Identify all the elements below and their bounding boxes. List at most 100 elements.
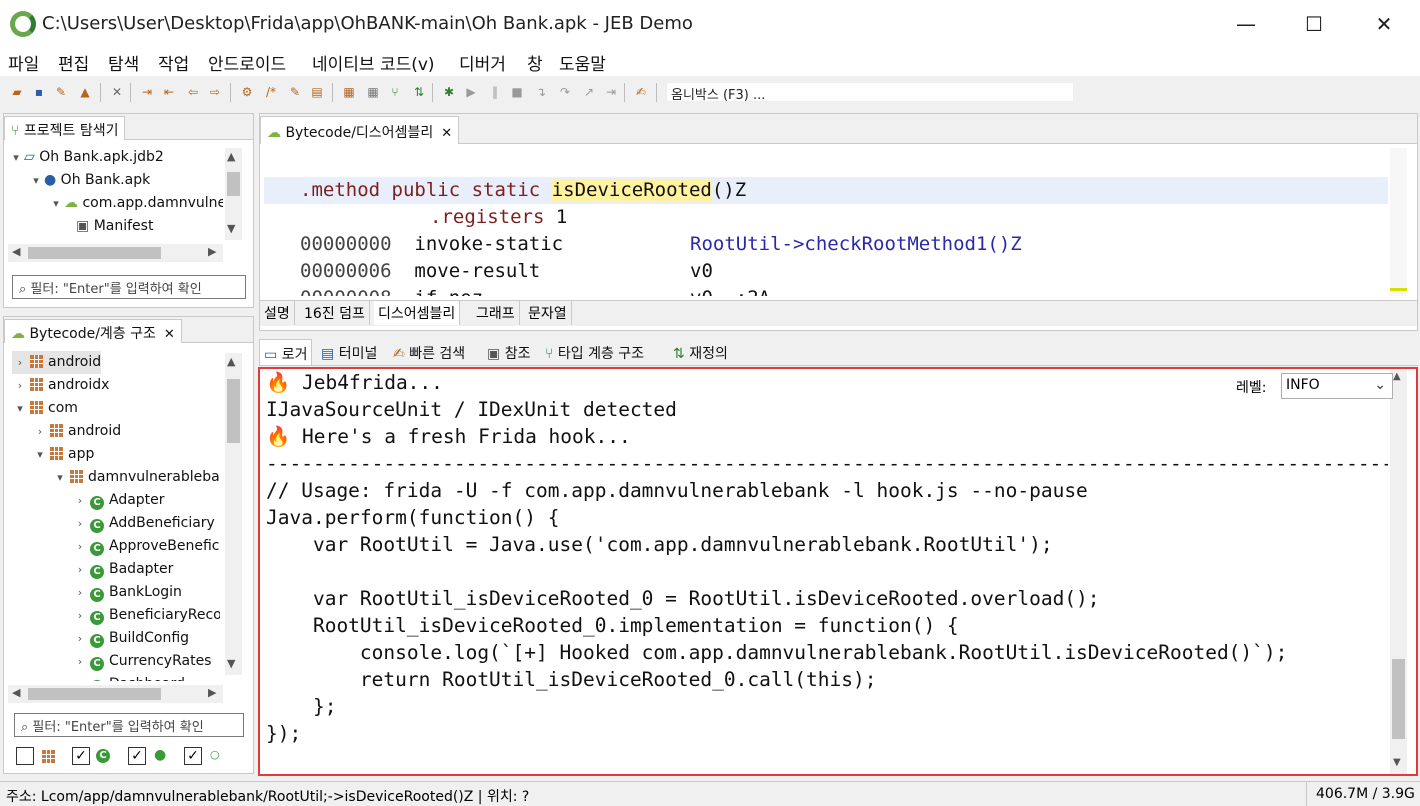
filter-checkbox[interactable]: ✓ [184, 747, 202, 765]
export-icon[interactable]: ⇤ [160, 83, 178, 101]
menu-native[interactable]: 네이티브 코드(v) [312, 50, 435, 75]
menu-android[interactable]: 안드로이드 [208, 50, 286, 75]
tools-icon[interactable]: ✕ [108, 83, 126, 101]
minimize-button[interactable]: — [1226, 8, 1266, 40]
run-icon[interactable]: ▶ [462, 83, 480, 101]
package-icon[interactable]: ▦ [340, 83, 358, 101]
comment-icon[interactable]: /* [262, 83, 280, 101]
tab-graph[interactable]: 그래프 [472, 301, 520, 325]
menu-help[interactable]: 도움말 [559, 50, 606, 75]
filter-checkbox[interactable]: ✓ [128, 747, 146, 765]
disassembly-view[interactable]: .method public static isDeviceRooted()Z … [264, 148, 1388, 296]
run-to-line-icon[interactable]: ⇥ [602, 83, 620, 101]
plugin-icon[interactable]: ⚙ [238, 83, 256, 101]
wrench-icon[interactable]: ✎ [52, 83, 70, 101]
search-icon: ⌕ [19, 282, 31, 297]
menu-navigate[interactable]: 탐색 [108, 50, 139, 75]
log-line: ----------------------------------------… [266, 452, 1388, 475]
tree-item[interactable]: ›CBeneficiaryRecords [72, 604, 220, 627]
menu-window[interactable]: 창 [527, 50, 543, 75]
tab-quick-search[interactable]: ✍ 빠른 검색 [389, 339, 469, 365]
stop-icon[interactable]: ■ [508, 83, 526, 101]
step-over-icon[interactable]: ↷ [556, 83, 574, 101]
tree-item[interactable]: ▾ ▱ Oh Bank.apk.jdb2 [8, 146, 164, 169]
log-line: 🔥 Here's a fresh Frida hook... [266, 425, 631, 448]
tree-item[interactable]: › C CurrencyRates [72, 650, 211, 673]
tree-item[interactable]: › C BankLogin [72, 581, 182, 604]
tab-hex-dump[interactable]: 16진 덤프 [300, 301, 370, 325]
package-icon [30, 355, 43, 368]
hierarchy-panel: ☁ Bytecode/계층 구조 ✕ › android › androidx ▾ com ›… [3, 316, 254, 774]
log-line: return RootUtil_isDeviceRooted_0.call(th… [266, 668, 877, 691]
android-icon: ☁ [11, 326, 25, 342]
tree-item[interactable]: ▾ com [12, 397, 78, 420]
quick-search-icon[interactable]: ✍ [632, 83, 650, 101]
tab-disassembly[interactable]: ☁ Bytecode/디스어셈블리 ✕ [260, 116, 460, 144]
vertical-scrollbar[interactable]: ▲ ▼ [225, 148, 242, 240]
tab-terminal[interactable]: ▤ 터미널 [317, 339, 381, 365]
forward-icon[interactable]: ⇨ [206, 83, 224, 101]
override-icon: ⇅ [673, 346, 685, 362]
type-icon[interactable]: ▦ [364, 83, 382, 101]
filter-checkbox[interactable]: ✓ [72, 747, 90, 765]
tree-item[interactable]: › android [32, 420, 121, 443]
tab-type-hierarchy[interactable]: ⑂ 타입 계층 구조 [541, 339, 648, 365]
vertical-scrollbar[interactable]: ▲ ▼ [225, 353, 242, 675]
import-icon[interactable]: ⇥ [138, 83, 156, 101]
vertical-scrollbar[interactable] [1390, 148, 1407, 296]
tree-item[interactable]: › android [12, 351, 102, 374]
tree-item[interactable]: ▣ Manifest [76, 215, 153, 238]
tree-item[interactable]: › C AddBeneficiary [72, 512, 215, 535]
decompile-icon[interactable]: ▤ [308, 83, 326, 101]
menu-file[interactable]: 파일 [8, 50, 39, 75]
filter-checkbox[interactable] [16, 747, 34, 765]
tab-project-explorer[interactable]: ⑂ 프로젝트 탐색기 [4, 116, 126, 140]
filter-input[interactable]: ⌕ 필터: "Enter"를 입력하여 확인 [14, 713, 244, 737]
warning-icon[interactable]: ▲ [76, 83, 94, 101]
menu-edit[interactable]: 편집 [58, 50, 89, 75]
maximize-button[interactable]: ☐ [1294, 8, 1334, 40]
omnibox-input[interactable]: 옴니박스 (F3) ... [666, 82, 1074, 103]
back-icon[interactable]: ⇦ [184, 83, 202, 101]
debug-icon[interactable]: ✱ [440, 83, 458, 101]
step-into-icon[interactable]: ↴ [532, 83, 550, 101]
tree-item[interactable]: ▾damnvulnerablebank [52, 466, 220, 489]
horizontal-scrollbar[interactable]: ◀ ▶ [8, 244, 223, 262]
open-icon[interactable]: ▰ [8, 83, 26, 101]
step-out-icon[interactable]: ↗ [580, 83, 598, 101]
tab-strings[interactable]: 문자열 [524, 301, 572, 325]
tree-item[interactable]: ▾ app [32, 443, 94, 466]
close-tab-icon[interactable]: ✕ [164, 327, 175, 342]
vertical-scrollbar[interactable]: ▲ ▼ [1390, 369, 1407, 774]
tab-hierarchy[interactable]: ☁ Bytecode/계층 구조 ✕ [4, 319, 182, 343]
tab-overrides[interactable]: ⇅ 재정의 [669, 339, 732, 365]
window-title: C:\Users\User\Desktop\Frida\app\OhBANK-m… [42, 13, 693, 34]
tree-item[interactable]: ›CDashboard [72, 673, 185, 681]
tab-logger[interactable]: ▭ 로거 [259, 339, 313, 365]
tree-item[interactable]: ▾ ● Oh Bank.apk [28, 169, 150, 192]
tree-item[interactable]: ▾☁ com.app.damnvulnerablebank [48, 192, 223, 215]
tree-item[interactable]: › C Badapter [72, 558, 173, 581]
tree-item[interactable]: › androidx [12, 374, 110, 397]
filter-input[interactable]: ⌕ 필터: "Enter"를 입력하여 확인 [12, 275, 246, 299]
tab-references[interactable]: ▣ 참조 [483, 339, 534, 365]
close-tab-icon[interactable]: ✕ [441, 126, 452, 141]
tree-item[interactable]: › C Adapter [72, 489, 165, 512]
tab-disassembly-view[interactable]: 디스어셈블리 [374, 301, 461, 325]
log-line: var RootUtil = Java.use('com.app.damnvul… [266, 533, 1053, 556]
close-button[interactable]: ✕ [1364, 8, 1404, 40]
menu-action[interactable]: 작업 [158, 50, 189, 75]
menu-debugger[interactable]: 디버거 [459, 50, 506, 75]
hierarchy-icon[interactable]: ⑂ [386, 83, 404, 101]
logger-output[interactable]: 🔥 Jeb4frida... IJavaSourceUnit / IDexUnit… [258, 367, 1418, 776]
editor-panel: ☁ Bytecode/디스어셈블리 ✕ .method public static… [259, 113, 1418, 331]
rename-icon[interactable]: ✎ [286, 83, 304, 101]
tree-item[interactable]: ›CApproveBeneficiary [72, 535, 220, 558]
tree-item[interactable]: › C BuildConfig [72, 627, 189, 650]
xref-icon[interactable]: ⇅ [410, 83, 428, 101]
save-icon[interactable]: ▪ [30, 83, 48, 101]
tab-description[interactable]: 설명 [260, 301, 295, 325]
horizontal-scrollbar[interactable]: ◀ ▶ [8, 685, 223, 703]
pause-icon[interactable]: ‖ [486, 83, 504, 101]
level-select[interactable]: INFO ⌄ [1281, 373, 1393, 399]
